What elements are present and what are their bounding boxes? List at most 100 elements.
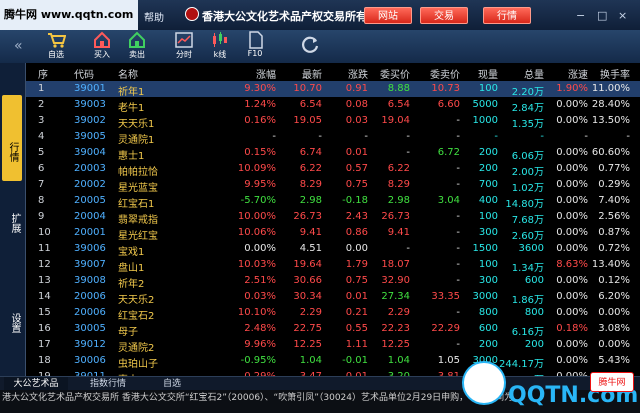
header-ask[interactable]: 委卖价	[430, 66, 460, 81]
exchange-logo-icon	[185, 7, 199, 21]
header-total[interactable]: 总量	[524, 66, 544, 81]
buy-button[interactable]: 买入	[84, 31, 120, 61]
table-row[interactable]: 1 39001 祈年1 9.30% 10.70 0.91 8.88 10.73 100 2.20万…	[26, 81, 640, 98]
cell-bid: 8.29	[387, 179, 410, 190]
table-row[interactable]: 11 39006 宝戏1 0.00% 4.51 0.00 - - 1500 3600 0.00% 0.…	[26, 241, 640, 258]
cell-name: 星光蓝宝	[118, 183, 158, 194]
timeshare-button[interactable]: 分时	[166, 31, 202, 61]
tab-art-market[interactable]: 大公艺术品	[4, 377, 68, 391]
cell-vol: 100	[478, 211, 498, 222]
cell-ask: 6.72	[437, 147, 460, 158]
cell-pct: 0.03%	[244, 291, 276, 302]
cell-speed: 0.00%	[556, 179, 588, 190]
minimize-button[interactable]: −	[576, 9, 585, 22]
cell-speed: 0.00%	[556, 227, 588, 238]
cell-bid: 2.29	[387, 307, 410, 318]
cell-code: 20002	[74, 179, 106, 190]
cell-idx: 13	[38, 275, 51, 286]
cell-total: 2.20万	[511, 87, 544, 98]
cell-total: 2.84万	[511, 103, 544, 114]
cell-bid: 6.22	[387, 163, 410, 174]
header-vol[interactable]: 现量	[478, 66, 498, 81]
cell-chg: 0.03	[345, 115, 368, 126]
cell-turn: 11.00%	[591, 83, 630, 94]
sidebar-tab-extend[interactable]: 扩展	[2, 203, 22, 243]
document-icon	[249, 31, 263, 49]
table-row[interactable]: 4 39005 灵通院1 - - - - - - - - -	[26, 129, 640, 146]
cell-last: 2.98	[299, 195, 322, 206]
table-row[interactable]: 16 30005 母子 2.48% 22.75 0.55 22.23 22.29 600 6.16…	[26, 321, 640, 338]
cell-speed: 0.00%	[556, 147, 588, 158]
table-row[interactable]: 7 20002 星光蓝宝 9.95% 8.29 0.75 8.29 - 700 1.02万 0.00…	[26, 177, 640, 194]
cell-speed: 0.00%	[556, 115, 588, 126]
trade-button[interactable]: 交易	[420, 7, 468, 24]
cell-name: 灵通院2	[118, 343, 155, 354]
cell-idx: 15	[38, 307, 51, 318]
cell-last: 4.51	[299, 243, 322, 254]
tab-watchlist[interactable]: 自选	[140, 377, 204, 391]
kline-button[interactable]: k线	[202, 31, 238, 61]
cell-total: 200	[524, 339, 544, 350]
cell-vol: 300	[478, 227, 498, 238]
cell-name: 宝戏1	[118, 247, 145, 258]
cell-last: 30.66	[293, 275, 322, 286]
help-menu[interactable]: 帮助	[144, 9, 164, 24]
f10-button[interactable]: F10	[237, 31, 273, 61]
cell-name: 红宝石1	[118, 199, 155, 210]
table-row[interactable]: 8 20005 红宝石1 -5.70% 2.98 -0.18 2.98 3.04 400 14.8…	[26, 193, 640, 210]
header-bid[interactable]: 委买价	[380, 66, 410, 81]
cell-code: 39007	[74, 259, 106, 270]
header-turn[interactable]: 换手率	[600, 66, 630, 81]
table-row[interactable]: 6 20003 帕帕拉恰 10.09% 6.22 0.57 6.22 - 200 2.00万 0.0…	[26, 161, 640, 178]
cell-total: 14.80万	[505, 199, 544, 210]
quotes-button[interactable]: 行情	[483, 7, 531, 24]
refresh-button[interactable]	[292, 34, 328, 64]
cell-chg: 0.01	[345, 147, 368, 158]
cell-speed: 0.00%	[556, 211, 588, 222]
maximize-button[interactable]: □	[597, 9, 607, 22]
cell-last: 6.22	[299, 163, 322, 174]
table-row[interactable]: 2 39003 老牛1 1.24% 6.54 0.08 6.54 6.60 5000 2.84万 0…	[26, 97, 640, 114]
cell-last: 6.74	[299, 147, 322, 158]
watermark-logo-icon	[462, 361, 506, 405]
cell-name: 红宝石2	[118, 311, 155, 322]
table-row[interactable]: 5 39004 惠士1 0.15% 6.74 0.01 - 6.72 200 6.06万 0.00%…	[26, 145, 640, 162]
table-row[interactable]: 1830006虫珀山子-0.95%1.04-0.011.041.05300024…	[26, 353, 640, 370]
website-button[interactable]: 网站	[364, 7, 412, 24]
header-idx[interactable]: 序	[38, 66, 48, 81]
cell-name: 翡翠戒指	[118, 215, 158, 226]
cell-turn: 60.60%	[591, 147, 630, 158]
header-chg[interactable]: 涨跌	[348, 66, 368, 81]
buy-label: 买入	[94, 50, 110, 59]
table-row[interactable]: 17 39012 灵通院2 9.96% 12.25 1.11 12.25 - 200 200 0.0…	[26, 337, 640, 354]
header-code[interactable]: 代码	[74, 66, 94, 81]
cell-idx: 3	[38, 115, 45, 126]
cell-bid: -	[406, 243, 410, 254]
sidebar-tab-settings[interactable]: 设置	[2, 303, 22, 343]
table-row[interactable]: 10 20001 星光红宝 10.06% 9.41 0.86 9.41 - 300 2.60万 0.…	[26, 225, 640, 242]
close-button[interactable]: ×	[618, 9, 627, 22]
header-last[interactable]: 最新	[302, 66, 322, 81]
table-row[interactable]: 15 20006 红宝石2 10.10% 2.29 0.21 2.29 - 800 800 0.00…	[26, 305, 640, 322]
table-row[interactable]: 9 20004 翡翠戒指 10.00% 26.73 2.43 26.73 - 100 7.68万 0…	[26, 209, 640, 226]
cell-pct: -	[272, 131, 276, 142]
cell-code: 30005	[74, 323, 106, 334]
cell-last: 19.05	[293, 115, 322, 126]
cell-bid: 19.04	[381, 115, 410, 126]
table-row[interactable]: 3 39002 天天乐1 0.16% 19.05 0.03 19.04 - 1000 1.35万 0…	[26, 113, 640, 130]
collapse-arrow-icon[interactable]: «	[14, 38, 23, 54]
tab-index-quotes[interactable]: 指数行情	[76, 377, 140, 391]
sell-button[interactable]: 卖出	[119, 31, 155, 61]
cell-vol: 3000	[472, 291, 498, 302]
watchlist-button[interactable]: 自选	[38, 31, 74, 61]
sidebar-tab-quotes[interactable]: 行情	[2, 95, 22, 181]
header-speed[interactable]: 涨速	[568, 66, 588, 81]
table-row[interactable]: 14 20006 天天乐2 0.03% 30.34 0.01 27.34 33.35 3000 1…	[26, 289, 640, 306]
cell-last: 9.41	[299, 227, 322, 238]
table-row[interactable]: 13 39008 祈年2 2.51% 30.66 0.75 32.90 - 300 600 0.00…	[26, 273, 640, 290]
refresh-icon	[302, 36, 319, 53]
cell-turn: 28.40%	[591, 99, 630, 110]
header-name[interactable]: 名称	[118, 66, 138, 81]
header-pct[interactable]: 涨幅	[256, 66, 276, 81]
table-row[interactable]: 12 39007 盘山1 10.03% 19.64 1.79 18.07 - 100 1.34万 8…	[26, 257, 640, 274]
